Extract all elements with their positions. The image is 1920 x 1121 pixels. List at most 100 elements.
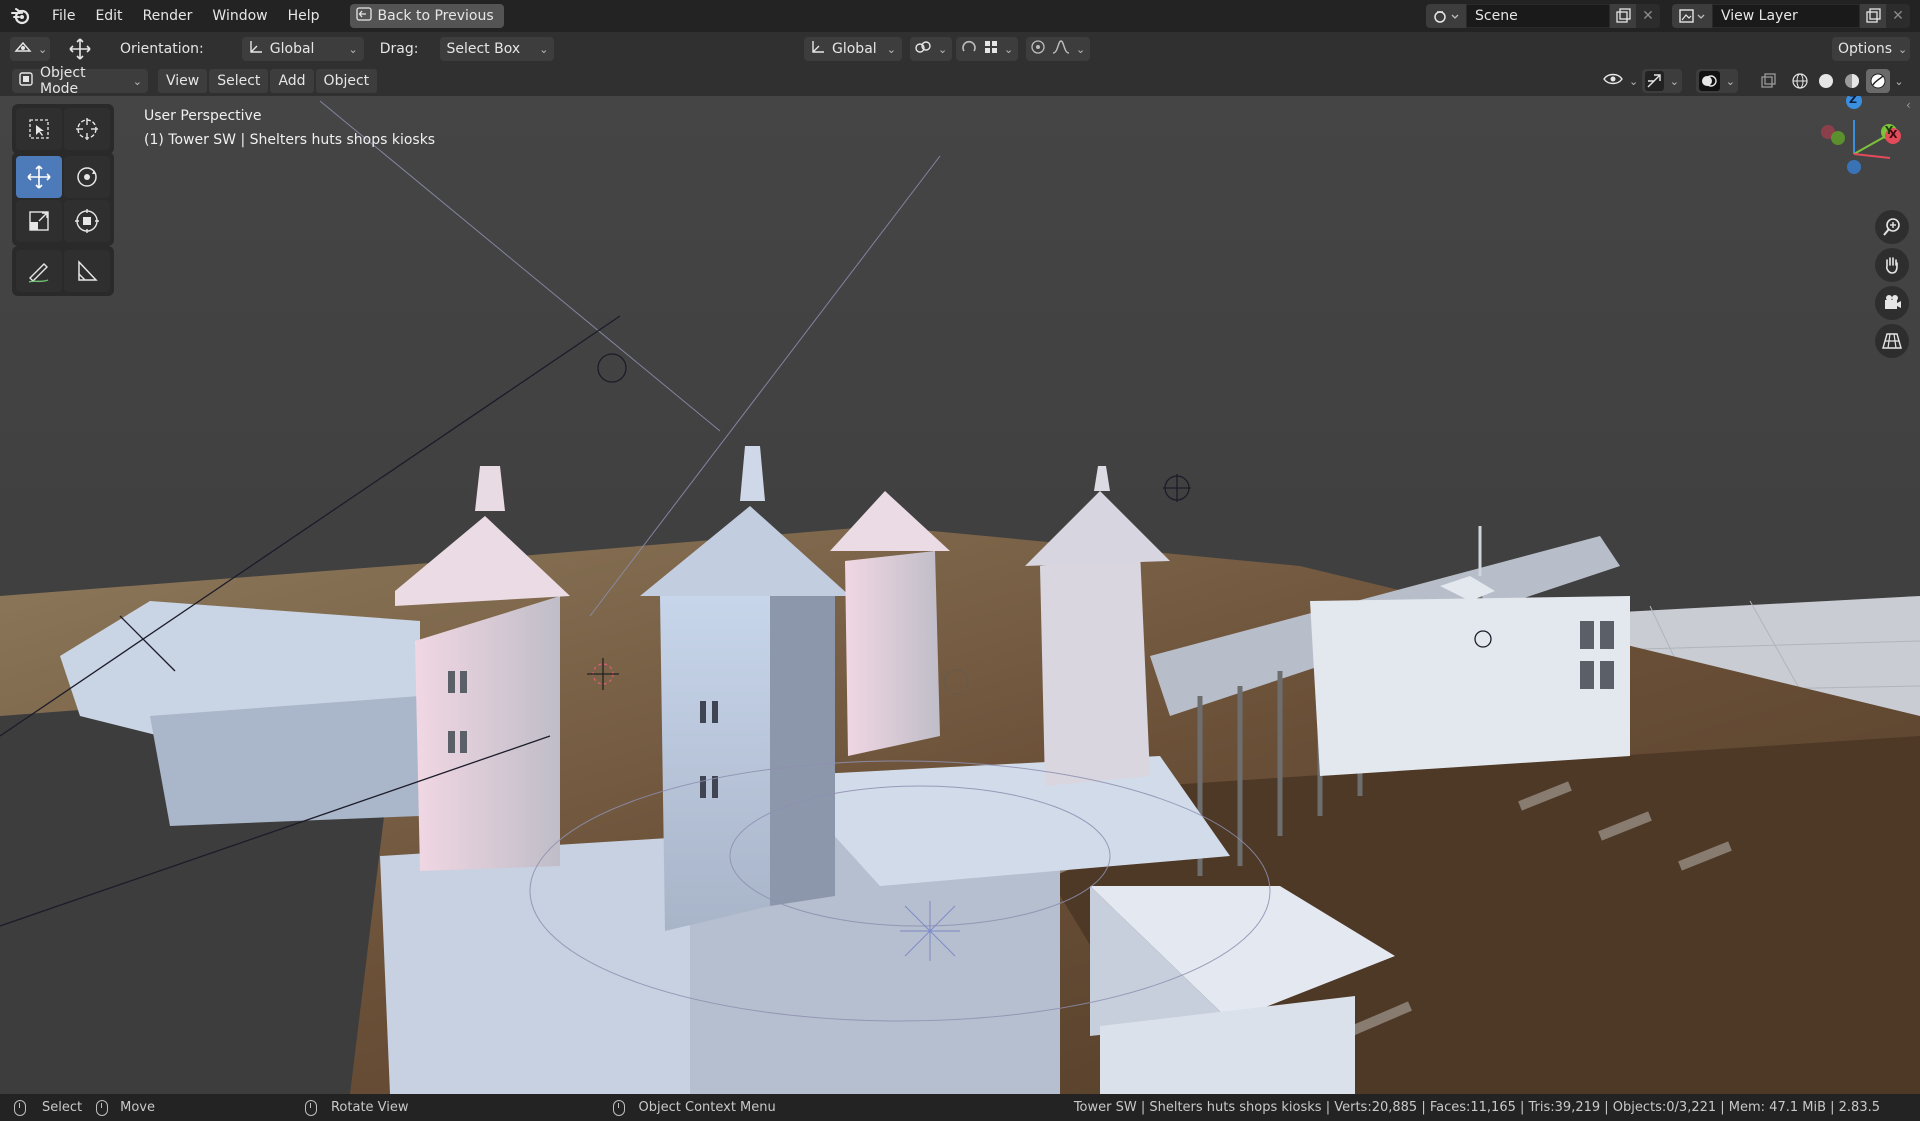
falloff-icon (1052, 39, 1070, 59)
status-move-label: Move (120, 1100, 155, 1115)
new-scene-icon[interactable] (1610, 4, 1636, 28)
menu-add[interactable]: Add (270, 69, 314, 93)
tool-shelf-select (12, 104, 114, 154)
material-shading-icon[interactable] (1840, 69, 1864, 93)
rotate-tool[interactable] (64, 156, 110, 198)
status-bar: Select Move Rotate View Object Context M… (0, 1094, 1920, 1121)
3d-viewport[interactable]: User Perspective (1) Tower SW | Shelters… (0, 96, 1920, 1094)
tool-shelf-transform (12, 152, 114, 246)
gizmo-icon (1645, 71, 1664, 91)
chevron-down-icon: ⌄ (1725, 74, 1735, 88)
magnet-icon (960, 39, 978, 59)
zoom-icon[interactable] (1875, 210, 1909, 244)
view-layer-selector: View Layer ✕ (1672, 4, 1910, 28)
back-to-previous-button[interactable]: Back to Previous (349, 4, 504, 28)
chevron-down-icon: ⌄ (1898, 42, 1908, 56)
grid-snap-icon (984, 40, 998, 58)
status-move: Move (96, 1099, 155, 1116)
overlays-icon (1699, 71, 1720, 91)
mouse-middle-icon (304, 1099, 317, 1116)
transform-tool[interactable] (64, 200, 110, 242)
transform-orientation-value: Global (832, 41, 877, 57)
object-mode-icon (18, 71, 34, 91)
chevron-down-icon[interactable]: ⌄ (1892, 75, 1906, 88)
chevron-down-icon: ⌄ (539, 42, 549, 56)
visibility-dropdown[interactable]: ⌄ (1600, 69, 1638, 93)
navigation-gizmo[interactable]: Z Y X (1806, 96, 1916, 206)
scene-browse-button[interactable] (1426, 4, 1466, 28)
axis-icon (810, 39, 826, 59)
viewport-object-info: (1) Tower SW | Shelters huts shops kiosk… (144, 132, 436, 148)
view3d-icon (14, 39, 32, 59)
overlays-dropdown[interactable]: ⌄ (1696, 69, 1738, 93)
chevron-down-icon: ⌄ (1076, 42, 1086, 56)
snap-dropdown[interactable]: ⌄ (956, 37, 1018, 61)
view-layer-name-field[interactable]: View Layer (1712, 4, 1860, 28)
wireframe-shading-icon[interactable] (1788, 69, 1812, 93)
scene-statistics: Tower SW | Shelters huts shops kiosks | … (1073, 1100, 1880, 1115)
rendered-shading-icon[interactable] (1866, 69, 1890, 93)
xray-toggle-icon[interactable] (1756, 69, 1780, 93)
transform-orientation-dropdown[interactable]: Global ⌄ (804, 37, 902, 61)
menu-help[interactable]: Help (278, 3, 330, 29)
top-menu-bar: File Edit Render Window Help Back to Pre… (0, 0, 1920, 32)
annotate-tool[interactable] (16, 250, 62, 292)
scale-tool[interactable] (16, 200, 62, 242)
status-rotate: Rotate View (304, 1099, 409, 1116)
options-dropdown[interactable]: Options ⌄ (1832, 37, 1910, 61)
new-view-layer-icon[interactable] (1860, 4, 1886, 28)
select-box-tool[interactable] (16, 108, 62, 150)
menu-edit[interactable]: Edit (85, 3, 132, 29)
scene-selector: Scene ✕ (1426, 4, 1660, 28)
back-to-previous-label: Back to Previous (377, 8, 494, 24)
blender-logo-icon[interactable] (8, 3, 34, 29)
delete-scene-icon[interactable]: ✕ (1636, 4, 1660, 28)
mouse-left-icon (14, 1099, 26, 1116)
status-context: Object Context Menu (612, 1099, 776, 1116)
mode-dropdown[interactable]: Object Mode ⌄ (12, 65, 148, 97)
cursor-tool[interactable] (64, 108, 110, 150)
pan-hand-icon[interactable] (1875, 248, 1909, 282)
chevron-down-icon: ⌄ (886, 42, 896, 56)
mouse-drag-icon (96, 1099, 109, 1116)
proportional-icon (1030, 39, 1046, 59)
proportional-editing-dropdown[interactable]: ⌄ (1026, 37, 1090, 61)
chevron-down-icon: ⌄ (348, 42, 358, 56)
transform-tool-icon[interactable] (66, 35, 94, 63)
menu-select[interactable]: Select (209, 69, 269, 93)
menu-render[interactable]: Render (133, 3, 203, 29)
perspective-grid-icon[interactable] (1875, 324, 1909, 358)
options-label: Options (1838, 41, 1893, 57)
axis-icon (248, 39, 264, 59)
delete-view-layer-icon[interactable]: ✕ (1886, 4, 1910, 28)
menu-window[interactable]: Window (202, 3, 277, 29)
solid-shading-icon[interactable] (1814, 69, 1838, 93)
drag-dropdown[interactable]: Select Box ⌄ (440, 37, 555, 61)
chevron-down-icon: ⌄ (1669, 74, 1679, 88)
pivot-icon (914, 39, 932, 59)
menu-view[interactable]: View (158, 69, 208, 93)
scene-render (0, 96, 1920, 1094)
pivot-point-dropdown[interactable]: ⌄ (910, 37, 952, 61)
status-select-label: Select (42, 1100, 83, 1115)
drag-label: Drag: (379, 41, 419, 57)
chevron-down-icon: ⌄ (938, 42, 948, 56)
camera-icon[interactable] (1875, 286, 1909, 320)
orientation-value: Global (269, 41, 315, 57)
mouse-right-icon (612, 1099, 625, 1116)
editor-type-dropdown[interactable]: ⌄ (10, 37, 50, 61)
orientation-dropdown[interactable]: Global ⌄ (241, 37, 364, 61)
gizmo-dropdown[interactable]: ⌄ (1642, 69, 1682, 93)
sidebar-toggle-icon[interactable]: ‹ (1906, 98, 1911, 112)
measure-tool[interactable] (64, 250, 110, 292)
status-select: Select (14, 1099, 83, 1116)
menu-file[interactable]: File (42, 3, 85, 29)
mode-value: Object Mode (40, 65, 86, 97)
move-tool[interactable] (16, 156, 62, 198)
menu-object[interactable]: Object (315, 69, 378, 93)
chevron-down-icon: ⌄ (1004, 42, 1014, 56)
scene-name-field[interactable]: Scene (1466, 4, 1610, 28)
view-layer-browse-button[interactable] (1672, 4, 1712, 28)
gizmo-x-label: X (1889, 128, 1898, 141)
status-context-label: Object Context Menu (638, 1100, 776, 1115)
